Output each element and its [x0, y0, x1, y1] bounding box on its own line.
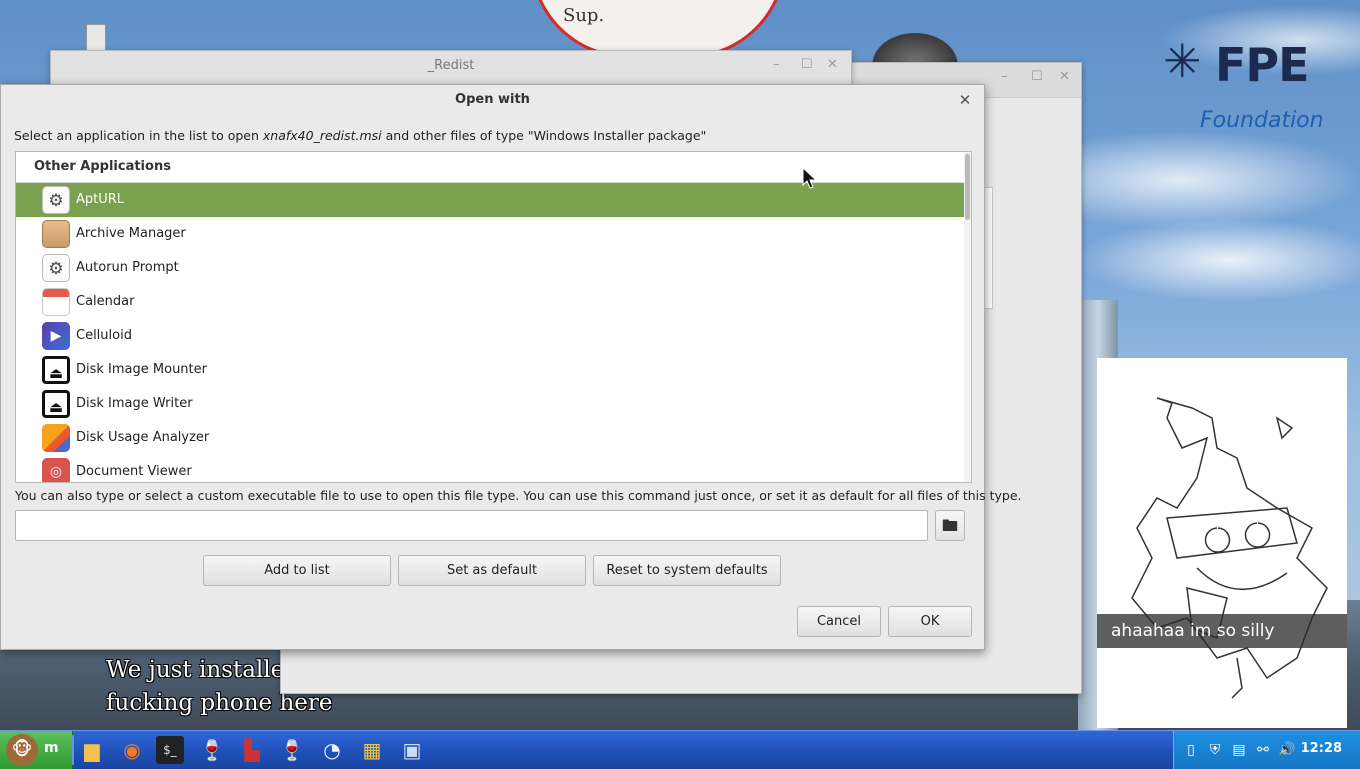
custom-command-hint: You can also type or select a custom exe…	[15, 488, 1022, 503]
app-row-archive-manager[interactable]: Archive Manager	[16, 217, 971, 251]
archive-icon	[42, 220, 70, 248]
taskbar: 🐵 m ▆ ◉ $_ 🍷 ▙ 🍷 ◔ ▦ ▣ ▯ ⛨ ▤ ⚯ 🔊 12:28	[0, 730, 1360, 769]
shield-icon[interactable]: ⛨	[1206, 741, 1224, 759]
network-icon[interactable]: ⚯	[1254, 741, 1272, 759]
firefox-icon[interactable]: ◉	[116, 734, 148, 766]
doodle-caption-text: ahaahaa im so silly	[1111, 621, 1275, 641]
open-with-dialog: Open with ✕ Select an application in the…	[0, 84, 1022, 650]
maximize-icon[interactable]: ☐	[1031, 69, 1043, 84]
eject-icon: ⏏	[42, 390, 70, 418]
eject-icon: ⏏	[42, 356, 70, 384]
set-as-default-button[interactable]: Set as default	[398, 555, 586, 586]
app-label: Calendar	[76, 294, 135, 309]
network-setup-icon[interactable]: ▣	[396, 734, 428, 766]
fpe-logo-subtext: Foundation	[1200, 108, 1324, 133]
usb-drive-icon[interactable]	[86, 24, 106, 52]
monkey-icon: 🐵	[6, 734, 38, 766]
wine-glass-icon[interactable]: 🍷	[276, 734, 308, 766]
clipboard-icon[interactable]: ▯	[1182, 741, 1200, 759]
prompt-filename: xnafx40_redist.msi	[262, 128, 382, 143]
wine-glass-icon[interactable]: 🍷	[196, 734, 228, 766]
file-manager-icon[interactable]: ◔	[316, 734, 348, 766]
app-label: Autorun Prompt	[76, 260, 179, 275]
dialog-prompt: Select an application in the list to ope…	[14, 128, 706, 143]
terminal-icon[interactable]: $_	[156, 736, 184, 764]
cancel-button[interactable]: Cancel	[797, 606, 881, 637]
play-icon: ▶	[42, 322, 70, 350]
mouse-cursor-icon	[802, 167, 818, 189]
app-label: Disk Usage Analyzer	[76, 430, 210, 445]
app-row-disk-image-mounter[interactable]: ⏏ Disk Image Mounter	[16, 353, 971, 387]
minimize-icon[interactable]: –	[773, 57, 780, 72]
browse-file-button[interactable]: 🖿	[935, 510, 965, 541]
doodle-image	[1097, 358, 1347, 728]
system-tray: ▯ ⛨ ▤ ⚯ 🔊 12:28	[1173, 731, 1360, 769]
app-label: AptURL	[76, 192, 125, 207]
doodle-drawing	[1131, 397, 1328, 699]
folder-icon[interactable]: ▆	[76, 734, 108, 766]
list-header: Other Applications	[16, 152, 971, 183]
dialog-title: Open with	[455, 92, 530, 107]
app-label: Archive Manager	[76, 226, 186, 241]
maximize-icon[interactable]: ☐	[801, 57, 813, 72]
reset-defaults-button[interactable]: Reset to system defaults	[593, 555, 781, 586]
menu-label: m	[44, 740, 59, 756]
fpe-logo-icon: ✳	[1163, 34, 1202, 88]
pie-chart-icon	[42, 424, 70, 452]
prompt-suffix: and other files of type "Windows Install…	[381, 128, 707, 143]
taskbar-separator	[72, 735, 74, 765]
update-icon[interactable]: ▤	[1230, 741, 1248, 759]
list-scrollbar[interactable]	[964, 152, 971, 482]
app-row-apturl[interactable]: ⚙ AptURL	[16, 183, 971, 217]
volume-icon[interactable]: 🔊	[1278, 741, 1296, 759]
application-list[interactable]: Other Applications ⚙ AptURL Archive Mana…	[15, 151, 972, 483]
app-row-autorun-prompt[interactable]: ⚙ Autorun Prompt	[16, 251, 971, 285]
installer-icon[interactable]: ▙	[236, 734, 268, 766]
app-row-disk-image-writer[interactable]: ⏏ Disk Image Writer	[16, 387, 971, 421]
app-label: Document Viewer	[76, 464, 192, 479]
close-icon[interactable]: ✕	[1059, 69, 1070, 84]
app-label: Celluloid	[76, 328, 132, 343]
app-row-celluloid[interactable]: ▶ Celluloid	[16, 319, 971, 353]
prompt-prefix: Select an application in the list to ope…	[14, 128, 263, 143]
add-to-list-button[interactable]: Add to list	[203, 555, 391, 586]
folder-open-icon: 🖿	[941, 516, 958, 535]
close-icon[interactable]: ✕	[956, 91, 974, 109]
minimize-icon[interactable]: –	[1001, 69, 1008, 84]
glasses-icon: ◎	[42, 458, 70, 482]
gear-icon: ⚙	[42, 254, 70, 282]
clock[interactable]: 12:28	[1301, 741, 1342, 756]
custom-command-input[interactable]	[15, 510, 928, 541]
app-label: Disk Image Writer	[76, 396, 193, 411]
app-label: Disk Image Mounter	[76, 362, 207, 377]
archive-rar-icon[interactable]: ▦	[356, 734, 388, 766]
ok-button[interactable]: OK	[888, 606, 972, 637]
app-row-disk-usage-analyzer[interactable]: Disk Usage Analyzer	[16, 421, 971, 455]
doodle-caption: ahaahaa im so silly	[1097, 614, 1347, 648]
gear-icon: ⚙	[42, 186, 70, 214]
calendar-icon	[42, 288, 70, 316]
fpe-logo-text: FPE	[1215, 38, 1310, 92]
scroll-thumb[interactable]	[965, 154, 970, 220]
app-row-calendar[interactable]: Calendar	[16, 285, 971, 319]
start-menu-button[interactable]: 🐵 m	[0, 731, 73, 769]
close-icon[interactable]: ✕	[827, 57, 838, 72]
sticker-text: Sup.	[563, 5, 605, 26]
app-row-document-viewer[interactable]: ◎ Document Viewer	[16, 455, 971, 482]
redist-window-title: _Redist	[427, 58, 475, 73]
